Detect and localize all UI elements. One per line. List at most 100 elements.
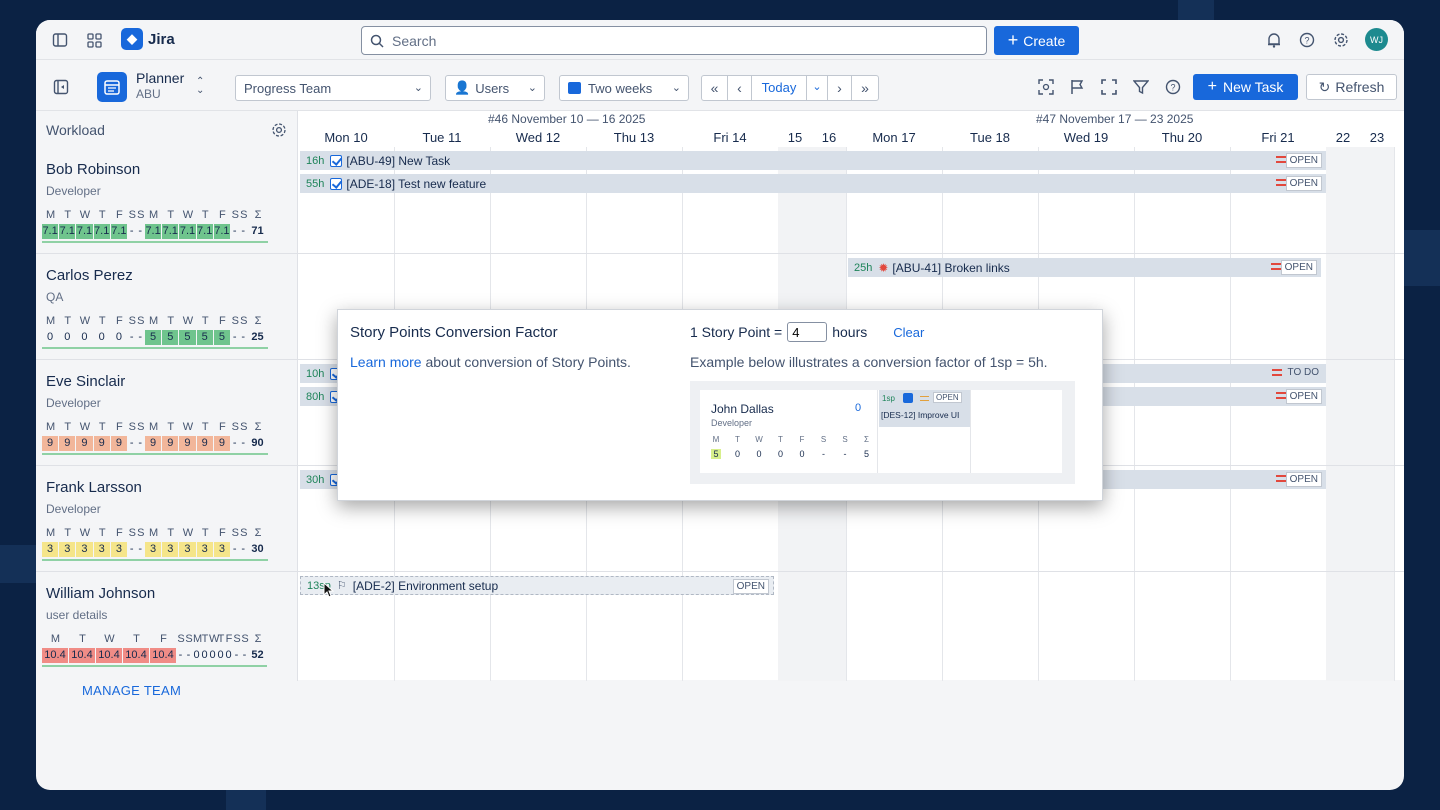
day-letter: F	[219, 527, 226, 539]
settings-gear-icon[interactable]	[1331, 30, 1351, 50]
sidebar-toggle-icon[interactable]	[50, 30, 70, 50]
day-hours: 3	[145, 542, 162, 557]
app-window: ◆ Jira Search + Create ? WJ Planner ABU …	[36, 20, 1404, 790]
day-hours: 52	[251, 649, 264, 661]
chevron-left-icon[interactable]: ‹	[728, 76, 752, 100]
day-hours: 0	[193, 649, 200, 661]
workload-underline	[42, 241, 268, 243]
day-letter: S	[128, 315, 136, 327]
day-letter: W	[182, 527, 194, 539]
manage-team-link[interactable]: MANAGE TEAM	[82, 683, 181, 698]
double-chevron-left-icon[interactable]: «	[702, 76, 728, 100]
notifications-bell-icon[interactable]	[1264, 30, 1284, 50]
help-icon[interactable]: ?	[1297, 30, 1317, 50]
learn-more-link[interactable]: Learn more	[350, 354, 422, 370]
day-hours: 10.4	[123, 648, 149, 663]
today-button[interactable]: Today	[752, 76, 806, 100]
task-bar[interactable]: 13sp ⚐ [ADE-2] Environment setup OPEN	[300, 576, 774, 595]
task-title: [ABU-41] Broken links	[892, 260, 1010, 275]
double-chevron-right-icon[interactable]: »	[852, 76, 878, 100]
day-hours: 0	[81, 331, 88, 343]
filter-icon[interactable]	[1131, 77, 1151, 97]
example-task: 1sp OPEN [DES-12] Improve UI	[879, 390, 970, 427]
example-day-value: 0	[734, 449, 740, 459]
user-icon: 👤	[454, 80, 471, 95]
task-bar[interactable]: 55h [ADE-18] Test new feature OPEN	[300, 174, 1326, 193]
day-letter: S	[177, 633, 185, 645]
priority-icon	[1276, 179, 1286, 186]
day-header: Thu 20	[1161, 130, 1203, 145]
search-input[interactable]: Search	[361, 26, 987, 55]
day-hours: 5	[179, 330, 196, 345]
day-letter: F	[116, 315, 123, 327]
bookmark-icon: ⚐	[336, 580, 347, 592]
day-hours: 3	[162, 542, 179, 557]
person-name: Frank Larsson	[46, 479, 142, 496]
day-hours: -	[178, 649, 183, 661]
learn-more-rest: about conversion of Story Points.	[421, 354, 631, 370]
day-hours: -	[232, 543, 237, 555]
collapse-panel-icon[interactable]	[50, 76, 72, 98]
refresh-button[interactable]: ↻ Refresh	[1306, 74, 1397, 100]
chevron-right-icon[interactable]: ›	[828, 76, 852, 100]
day-hours: 30	[251, 543, 264, 555]
day-hours: 10.4	[42, 648, 68, 663]
day-hours: 0	[115, 331, 122, 343]
person-row: William Johnson user details M 10.4 T 10.4 W 10…	[36, 571, 298, 677]
sp-hours-input[interactable]	[787, 322, 828, 342]
app-switcher-icon[interactable]	[84, 30, 104, 50]
task-bar[interactable]: 25h ✹ [ABU-41] Broken links OPEN	[848, 258, 1321, 277]
day-header: Fri 21	[1261, 130, 1295, 145]
learn-more-text: Learn more about conversion of Story Poi…	[350, 354, 631, 370]
day-letter: S	[137, 209, 145, 221]
chevron-down-icon: ⌄	[671, 82, 681, 94]
screenshot-icon[interactable]	[1036, 77, 1056, 97]
task-bar[interactable]: 16h [ABU-49] New Task OPEN	[300, 151, 1326, 170]
period-select[interactable]: Two weeks ⌄	[559, 75, 689, 101]
sp-conversion-row: 1 Story Point = hours Clear	[690, 322, 924, 342]
priority-icon	[1276, 392, 1286, 399]
example-count: 0	[855, 402, 862, 414]
day-header: 16	[821, 130, 837, 145]
avatar[interactable]: WJ	[1365, 28, 1388, 51]
day-hours: -	[129, 437, 134, 449]
day-hours: 5	[196, 330, 213, 345]
users-select[interactable]: 👤 Users ⌄	[445, 75, 545, 101]
day-letter: S	[240, 527, 248, 539]
example-divider	[970, 390, 971, 473]
day-letter: T	[133, 633, 140, 645]
flag-icon[interactable]	[1067, 77, 1087, 97]
planner-selector[interactable]: Planner ABU ⌃ ⌄	[136, 70, 216, 104]
new-task-label: New Task	[1222, 79, 1284, 95]
example-day-letter: M	[712, 435, 720, 444]
person-name: Carlos Perez	[46, 267, 133, 284]
day-letter: F	[219, 209, 226, 221]
day-letter: T	[64, 527, 72, 539]
settings-gear-icon[interactable]	[268, 119, 290, 141]
day-letter: S	[233, 633, 241, 645]
fullscreen-icon[interactable]	[1099, 77, 1119, 97]
new-task-button[interactable]: + New Task	[1193, 74, 1298, 100]
person-role: user details	[46, 608, 108, 622]
task-hours: 16h	[306, 154, 325, 167]
day-letter: W	[209, 633, 220, 645]
day-header: Mon 10	[324, 130, 368, 145]
day-letter: T	[201, 633, 209, 645]
day-letter: M	[46, 315, 56, 327]
today-dropdown-icon[interactable]: ⌄	[806, 76, 828, 100]
help-circle-icon[interactable]: ?	[1163, 77, 1183, 97]
person-role: Developer	[46, 396, 101, 410]
day-hours: 7.1	[110, 224, 127, 239]
day-hours: 0	[201, 649, 208, 661]
day-header: Tue 18	[970, 130, 1010, 145]
create-button[interactable]: + Create	[994, 26, 1079, 55]
day-letter: S	[231, 209, 239, 221]
day-hours: 3	[179, 542, 196, 557]
example-day-value: -	[822, 449, 825, 459]
day-letter: S	[137, 527, 145, 539]
day-hours: 3	[42, 542, 59, 557]
jira-logo-icon[interactable]: ◆	[121, 28, 143, 50]
task-hours: 55h	[306, 177, 325, 190]
team-select[interactable]: Progress Team ⌄	[235, 75, 431, 101]
clear-link[interactable]: Clear	[893, 325, 924, 340]
